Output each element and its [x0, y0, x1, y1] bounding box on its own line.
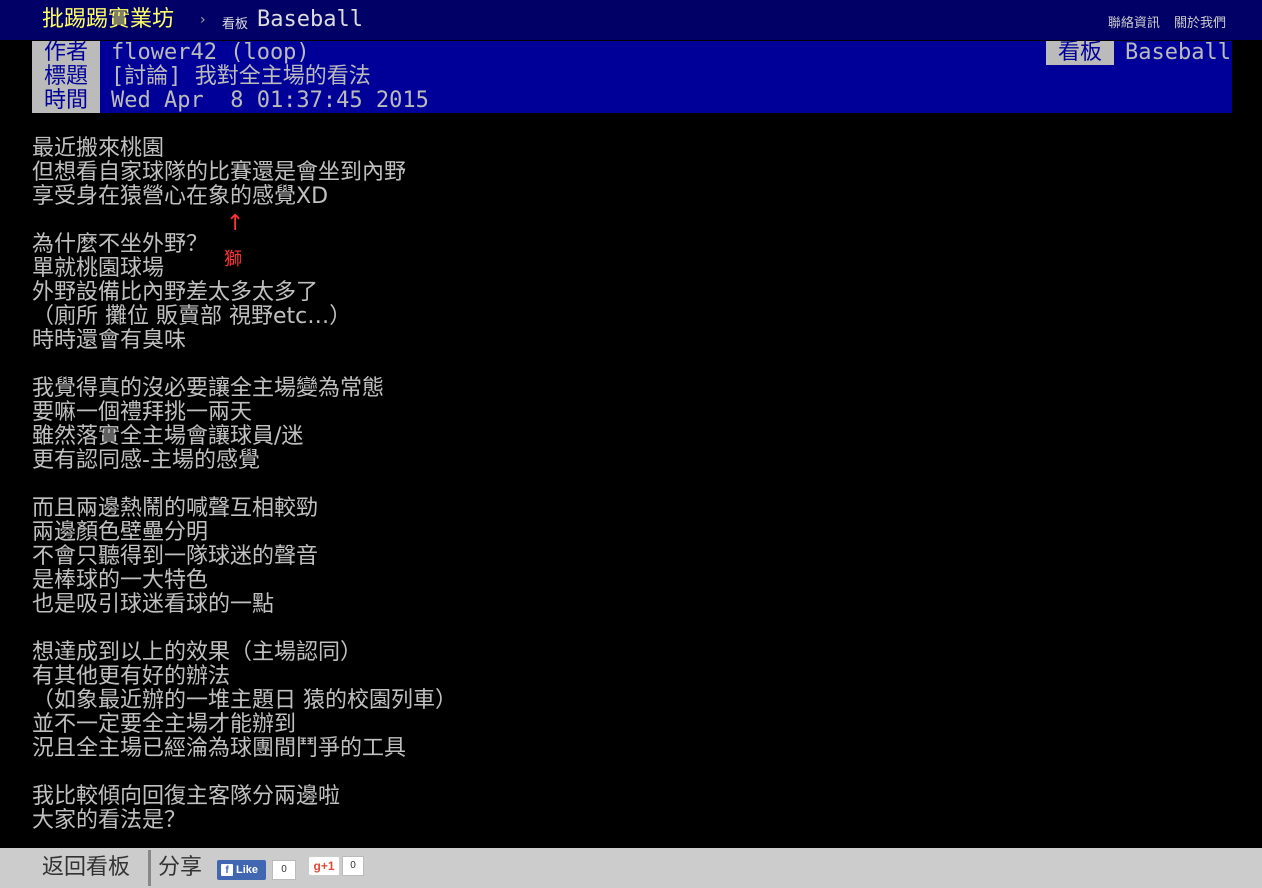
breadcrumb-board-label: 看板 — [222, 17, 249, 32]
article-content: 最近搬來桃園 但想看自家球隊的比賽還是會坐到內野 享受身在猿營心在象的感覺XD 為什麼… — [32, 137, 932, 833]
content-line: 雖然落實全主場會讓球員/迷 — [32, 424, 304, 449]
bottom-bar: 返回看板 分享 — [0, 848, 1262, 888]
breadcrumb-separator: › — [200, 12, 206, 28]
annotation-arrow: ↑ — [226, 211, 245, 236]
back-to-board-button[interactable]: 返回看板 — [42, 854, 130, 882]
title-tag: 標題 — [32, 65, 100, 89]
content-line: 要嘛一個禮拜挑一兩天 — [32, 400, 253, 425]
content-line: 單就桃園球場 — [32, 256, 165, 281]
contact-link[interactable]: 聯絡資訊 — [1108, 16, 1160, 31]
breadcrumb-board-link[interactable]: Baseball — [257, 6, 363, 34]
divider — [148, 850, 151, 886]
top-bar: 批踢踢實業坊 › 看板 Baseball 聯絡資訊 關於我們 — [0, 0, 1262, 41]
content-line: 有其他更有好的辦法 — [32, 664, 231, 689]
about-link[interactable]: 關於我們 — [1174, 16, 1226, 31]
facebook-like-count: 0 — [272, 860, 296, 880]
content-line: 想達成到以上的效果（主場認同） — [32, 640, 363, 665]
board-tag: 看板 — [1046, 41, 1114, 65]
content-line: 況且全主場已經淪為球團間鬥爭的工具 — [32, 736, 407, 761]
content-line: （如象最近辦的一堆主題日 猿的校園列車） — [32, 688, 457, 713]
board-value: Baseball — [1125, 40, 1231, 65]
content-line: 也是吸引球迷看球的一點 — [32, 592, 275, 617]
author-tag: 作者 — [32, 41, 100, 65]
annotation-text: 獅 — [224, 249, 242, 270]
content-line: 為什麼不坐外野？ — [32, 232, 209, 257]
time-value: Wed Apr 8 01:37:45 2015 — [111, 88, 429, 113]
google-plus-count: 0 — [342, 856, 364, 876]
site-title-link[interactable]: 批踢踢實業坊 — [42, 6, 174, 34]
share-label: 分享 — [158, 855, 203, 880]
content-line: 而且兩邊熱鬧的喊聲互相較勁 — [32, 496, 319, 521]
facebook-like-button[interactable]: f Like — [217, 860, 266, 880]
content-line: 我比較傾向回復主客隊分兩邊啦 — [32, 784, 341, 809]
content-line: 外野設備比內野差太多太多了 — [32, 280, 319, 305]
top-links: 聯絡資訊 關於我們 — [1098, 12, 1226, 31]
content-line: 最近搬來桃園 — [32, 136, 165, 161]
content-line: （廁所 攤位 販賣部 視野etc…） — [32, 304, 352, 329]
author-value: flower42 (loop) — [111, 40, 310, 65]
article-meta: 作者 flower42 (loop) 看板 Baseball 標題 [討論] 我… — [32, 41, 1232, 113]
content-line: 是棒球的一大特色 — [32, 568, 209, 593]
google-plus-button[interactable]: g+1 — [308, 856, 340, 876]
content-line: 時時還會有臭味 — [32, 328, 187, 353]
content-line: 大家的看法是？ — [32, 808, 187, 833]
content-line: 不會只聽得到一隊球迷的聲音 — [32, 544, 319, 569]
title-value: [討論] 我對全主場的看法 — [111, 64, 371, 89]
time-tag: 時間 — [32, 89, 100, 113]
content-line: 兩邊顏色壁壘分明 — [32, 520, 209, 545]
content-line: 但想看自家球隊的比賽還是會坐到內野 — [32, 160, 407, 185]
like-label: Like — [236, 864, 259, 876]
content-line: 享受身在猿營心在象的感覺XD — [32, 184, 329, 209]
content-line: 我覺得真的沒必要讓全主場變為常態 — [32, 376, 385, 401]
facebook-icon: f — [221, 864, 233, 876]
content-line: 並不一定要全主場才能辦到 — [32, 712, 297, 737]
content-line: 更有認同感-主場的感覺 — [32, 448, 260, 473]
